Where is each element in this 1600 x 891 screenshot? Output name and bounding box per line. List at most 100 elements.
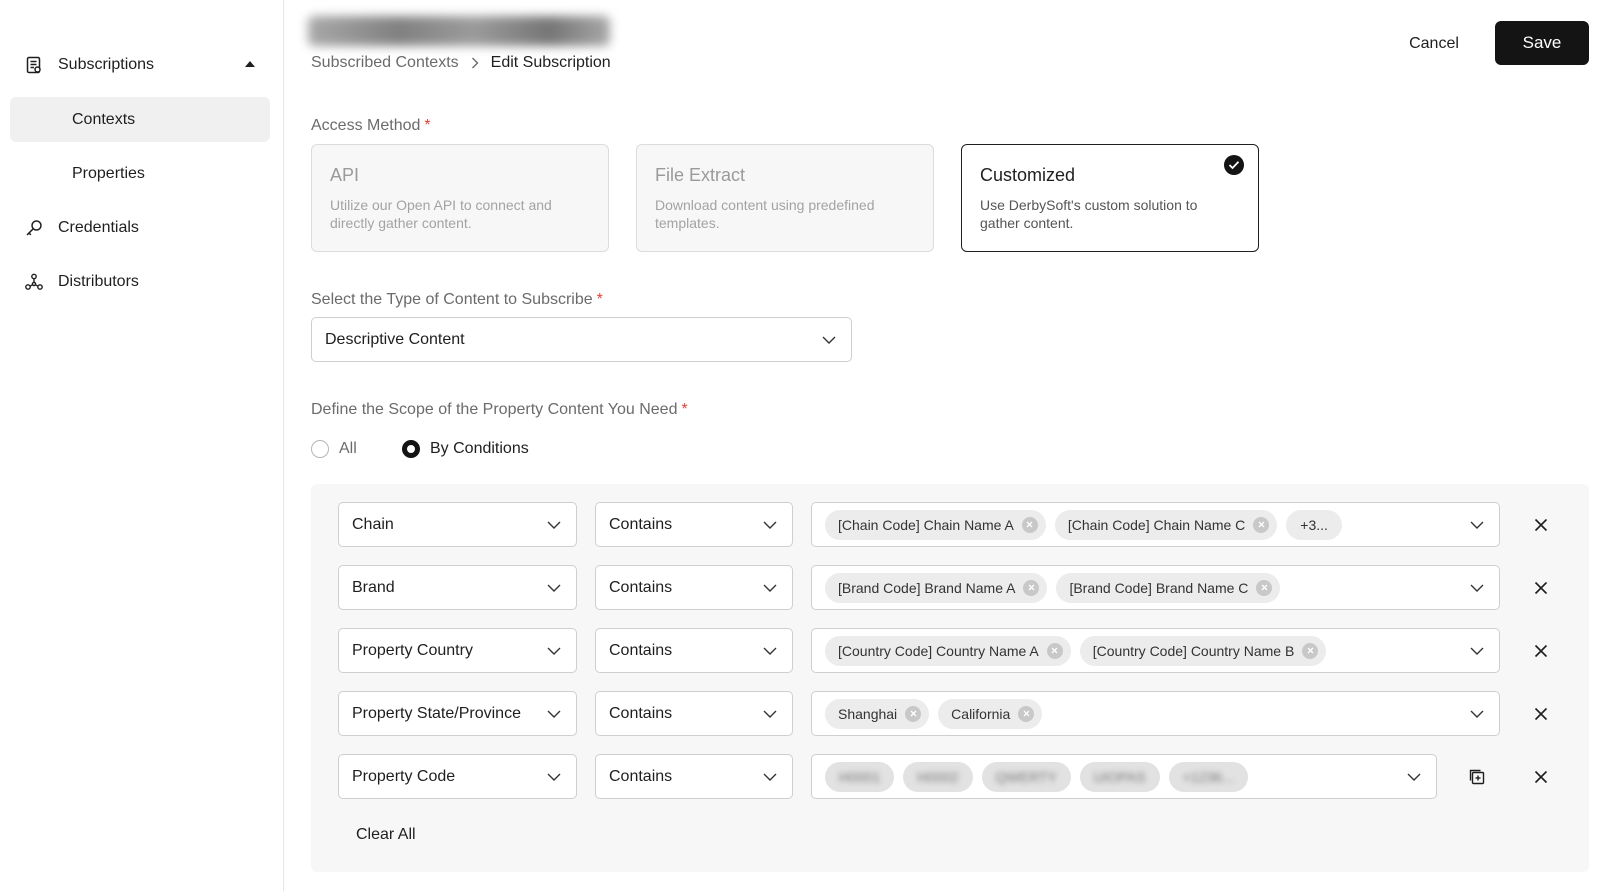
clear-all-button[interactable]: Clear All <box>356 826 416 844</box>
sidebar-item-properties[interactable]: Properties <box>10 151 270 196</box>
tag-chip-redacted: +1236... <box>1168 761 1248 792</box>
scope-label: Define the Scope of the Property Content… <box>311 401 688 419</box>
access-method-label: Access Method * <box>311 117 431 135</box>
tag-label: [Country Code] Country Name B <box>1092 642 1295 659</box>
tag-chip: California <box>938 698 1043 729</box>
condition-value-multiselect[interactable]: [Country Code] Country Name A [Country C… <box>811 628 1500 673</box>
remove-tag-icon[interactable] <box>1023 579 1040 596</box>
tag-chip-redacted: H0002 <box>903 761 973 792</box>
remove-tag-icon[interactable] <box>1046 642 1063 659</box>
scope-radio-all[interactable]: All <box>311 440 357 458</box>
condition-operator-select[interactable]: Contains <box>595 691 793 736</box>
tag-label: [Chain Code] Chain Name C <box>1067 516 1246 533</box>
breadcrumb: Subscribed Contexts Edit Subscription <box>311 54 611 72</box>
save-button[interactable]: Save <box>1495 21 1589 65</box>
chevron-down-icon <box>546 580 562 596</box>
card-description: Use DerbySoft's custom solution to gathe… <box>980 197 1198 231</box>
remove-condition-icon[interactable] <box>1531 767 1551 787</box>
tag-chip: [Chain Code] Chain Name A <box>825 509 1046 540</box>
card-title: Customized <box>980 165 1076 185</box>
caret-up-icon[interactable] <box>244 58 256 70</box>
radio-label: All <box>339 440 357 457</box>
condition-field-select-chain[interactable]: Chain <box>338 502 577 547</box>
tag-label: California <box>951 705 1011 722</box>
remove-tag-icon[interactable] <box>1021 516 1038 533</box>
sidebar-item-contexts[interactable]: Contexts <box>10 97 270 142</box>
remove-condition-icon[interactable] <box>1531 704 1551 724</box>
condition-field-select-property-country[interactable]: Property Country <box>338 628 577 673</box>
condition-operator-select[interactable]: Contains <box>595 754 793 799</box>
scope-label-text: Define the Scope of the Property Content… <box>311 401 678 418</box>
select-value: Contains <box>609 641 673 659</box>
required-asterisk: * <box>681 401 688 418</box>
tag-label: UIOPAS <box>1093 768 1146 785</box>
sidebar-item-subscriptions[interactable]: Subscriptions <box>24 53 154 77</box>
remove-tag-icon[interactable] <box>905 705 922 722</box>
paste-list-icon[interactable] <box>1466 766 1488 788</box>
condition-value-multiselect[interactable]: [Brand Code] Brand Name A [Brand Code] B… <box>811 565 1500 610</box>
content-type-select[interactable]: Descriptive Content <box>311 317 852 362</box>
access-method-card-customized[interactable]: Customized Use DerbySoft's custom soluti… <box>961 144 1259 252</box>
chevron-down-icon <box>1469 517 1485 533</box>
condition-field-select-property-state[interactable]: Property State/Province <box>338 691 577 736</box>
breadcrumb-link-subscribed-contexts[interactable]: Subscribed Contexts <box>311 54 459 72</box>
chevron-down-icon <box>546 706 562 722</box>
condition-value-multiselect[interactable]: Shanghai California <box>811 691 1500 736</box>
radio-circle <box>402 440 420 458</box>
remove-tag-icon[interactable] <box>1256 579 1273 596</box>
remove-condition-icon[interactable] <box>1531 578 1551 598</box>
condition-value-multiselect[interactable]: H0001 H0002 QWERTY UIOPAS +1236... <box>811 754 1437 799</box>
condition-field-select-property-code[interactable]: Property Code <box>338 754 577 799</box>
tag-label: +1236... <box>1182 768 1234 785</box>
network-nodes-icon <box>24 272 44 292</box>
radio-label: By Conditions <box>430 440 529 457</box>
sidebar-item-credentials[interactable]: Credentials <box>24 216 139 240</box>
chevron-down-icon <box>762 580 778 596</box>
condition-field-select-brand[interactable]: Brand <box>338 565 577 610</box>
condition-operator-select[interactable]: Contains <box>595 628 793 673</box>
sidebar-item-distributors[interactable]: Distributors <box>24 270 139 294</box>
tag-chip: [Brand Code] Brand Name A <box>825 572 1048 603</box>
condition-value-multiselect[interactable]: [Chain Code] Chain Name A [Chain Code] C… <box>811 502 1500 547</box>
tag-label: H0001 <box>839 768 881 785</box>
chevron-down-icon <box>762 643 778 659</box>
chevron-down-icon <box>546 643 562 659</box>
page-title-redacted <box>308 16 610 46</box>
remove-condition-icon[interactable] <box>1531 641 1551 661</box>
condition-operator-select[interactable]: Contains <box>595 502 793 547</box>
tag-chip: Shanghai <box>825 698 930 729</box>
condition-operator-select[interactable]: Contains <box>595 565 793 610</box>
chevron-right-icon <box>471 57 479 69</box>
access-method-card-api[interactable]: API Utilize our Open API to connect and … <box>311 144 609 252</box>
remove-tag-icon[interactable] <box>1302 642 1319 659</box>
chevron-down-icon <box>1406 769 1422 785</box>
select-value: Contains <box>609 578 673 596</box>
tag-chip: [Chain Code] Chain Name C <box>1054 509 1278 540</box>
chevron-down-icon <box>1469 643 1485 659</box>
cancel-button[interactable]: Cancel <box>1390 22 1478 66</box>
remove-tag-icon[interactable] <box>1253 516 1270 533</box>
tag-chip: [Brand Code] Brand Name C <box>1056 572 1281 603</box>
select-value: Property Code <box>352 767 456 785</box>
tag-chip-redacted: QWERTY <box>981 761 1071 792</box>
key-icon <box>24 218 44 238</box>
card-description: Download content using predefined templa… <box>655 197 875 231</box>
tag-label: [Brand Code] Brand Name A <box>838 579 1016 596</box>
select-value: Brand <box>352 578 395 596</box>
document-list-icon <box>24 55 44 75</box>
chevron-down-icon <box>762 517 778 533</box>
tag-chip: [Country Code] Country Name B <box>1079 635 1327 666</box>
required-asterisk: * <box>596 291 603 308</box>
tag-label: [Country Code] Country Name A <box>838 642 1039 659</box>
remove-condition-icon[interactable] <box>1531 515 1551 535</box>
card-title: API <box>330 165 360 185</box>
access-method-card-file-extract[interactable]: File Extract Download content using pred… <box>636 144 934 252</box>
select-value: Property Country <box>352 641 473 659</box>
chevron-down-icon <box>762 769 778 785</box>
remove-tag-icon[interactable] <box>1018 705 1035 722</box>
breadcrumb-current: Edit Subscription <box>490 54 611 71</box>
select-value: Property State/Province <box>352 704 521 722</box>
tag-label: H0002 <box>917 768 959 785</box>
scope-radio-by-conditions[interactable]: By Conditions <box>402 440 529 458</box>
more-tags-badge[interactable]: +3... <box>1286 509 1342 540</box>
